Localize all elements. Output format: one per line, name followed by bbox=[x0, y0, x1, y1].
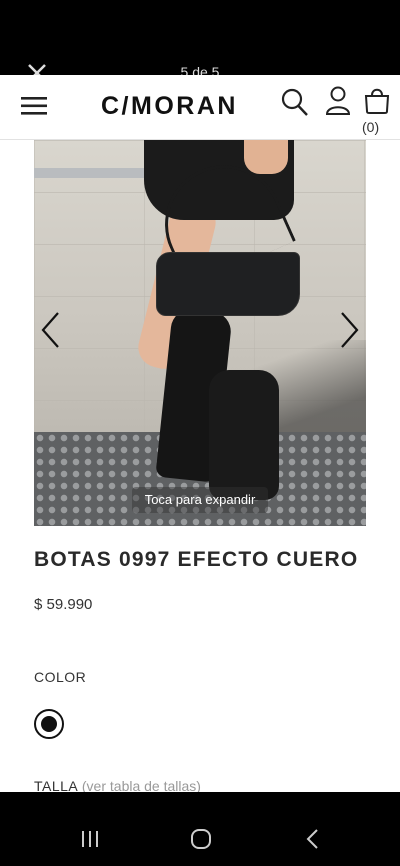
color-swatch-fill bbox=[41, 716, 57, 732]
product-page: Toca para expandir BOTAS 0997 EFECTO CUE… bbox=[0, 140, 400, 792]
product-image[interactable]: Toca para expandir bbox=[34, 140, 366, 526]
size-label: TALLA (ver tabla de tallas) bbox=[34, 778, 201, 792]
product-price: $ 59.990 bbox=[34, 596, 93, 613]
color-label: COLOR bbox=[34, 669, 87, 685]
brand-logo[interactable]: C/MORAN bbox=[101, 92, 238, 121]
product-title: BOTAS 0997 EFECTO CUERO bbox=[34, 548, 359, 571]
image-boot-right bbox=[209, 370, 279, 500]
color-swatch-black[interactable] bbox=[34, 709, 64, 739]
image-bag bbox=[156, 252, 300, 316]
back-icon[interactable] bbox=[304, 828, 322, 850]
image-rail bbox=[34, 168, 154, 178]
image-hand bbox=[244, 140, 288, 174]
system-nav-bar bbox=[0, 792, 400, 866]
size-table-link[interactable]: (ver tabla de tallas) bbox=[82, 778, 201, 792]
chevron-right-icon[interactable] bbox=[338, 310, 362, 350]
size-label-text: TALLA bbox=[34, 778, 78, 792]
hamburger-icon[interactable] bbox=[20, 94, 48, 118]
search-icon[interactable] bbox=[280, 87, 310, 119]
cart-count[interactable]: (0) bbox=[362, 119, 379, 135]
system-status-bar: 5 de 5 bbox=[0, 0, 400, 78]
chevron-left-icon[interactable] bbox=[38, 310, 62, 350]
home-icon[interactable] bbox=[190, 828, 212, 850]
shopping-bag-icon[interactable] bbox=[362, 85, 392, 115]
app-header: C/MORAN (0) bbox=[0, 75, 400, 140]
expand-hint: Toca para expandir bbox=[132, 487, 268, 513]
recent-apps-icon[interactable] bbox=[80, 829, 100, 849]
user-icon[interactable] bbox=[324, 85, 352, 117]
